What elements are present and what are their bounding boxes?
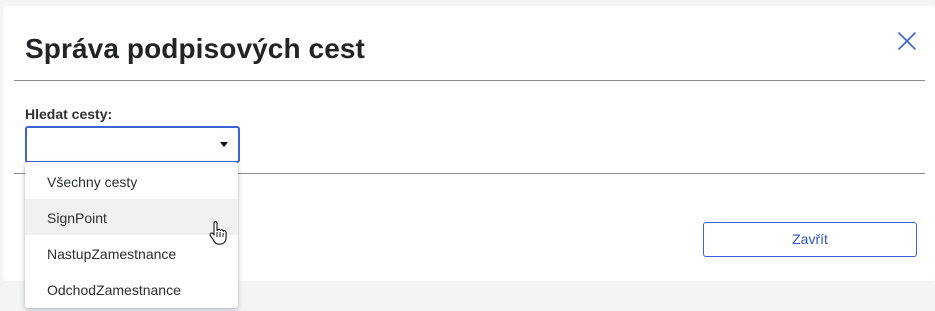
search-label: Hledat cesty:	[25, 106, 113, 122]
dropdown-option-label: Všechny cesty	[47, 174, 138, 190]
dropdown-option-label: OdchodZamestnance	[47, 282, 181, 298]
dropdown-option-label: SignPoint	[47, 210, 107, 226]
dropdown-option[interactable]: NastupZamestnance	[25, 235, 238, 271]
dropdown-option-label: NastupZamestnance	[47, 246, 177, 262]
search-dropdown-list: Všechny cesty SignPoint NastupZamestnanc…	[25, 162, 238, 308]
search-select[interactable]	[25, 126, 240, 163]
dropdown-option[interactable]: Všechny cesty	[25, 163, 238, 199]
hand-pointer-icon	[209, 221, 227, 245]
dropdown-option[interactable]: SignPoint	[25, 199, 238, 235]
caret-down-icon	[220, 142, 228, 147]
close-icon[interactable]	[895, 29, 919, 53]
header-divider	[14, 80, 925, 81]
dropdown-option[interactable]: OdchodZamestnance	[25, 271, 238, 307]
dialog-title: Správa podpisových cest	[25, 33, 365, 64]
close-button[interactable]: Zavřít	[703, 222, 917, 257]
